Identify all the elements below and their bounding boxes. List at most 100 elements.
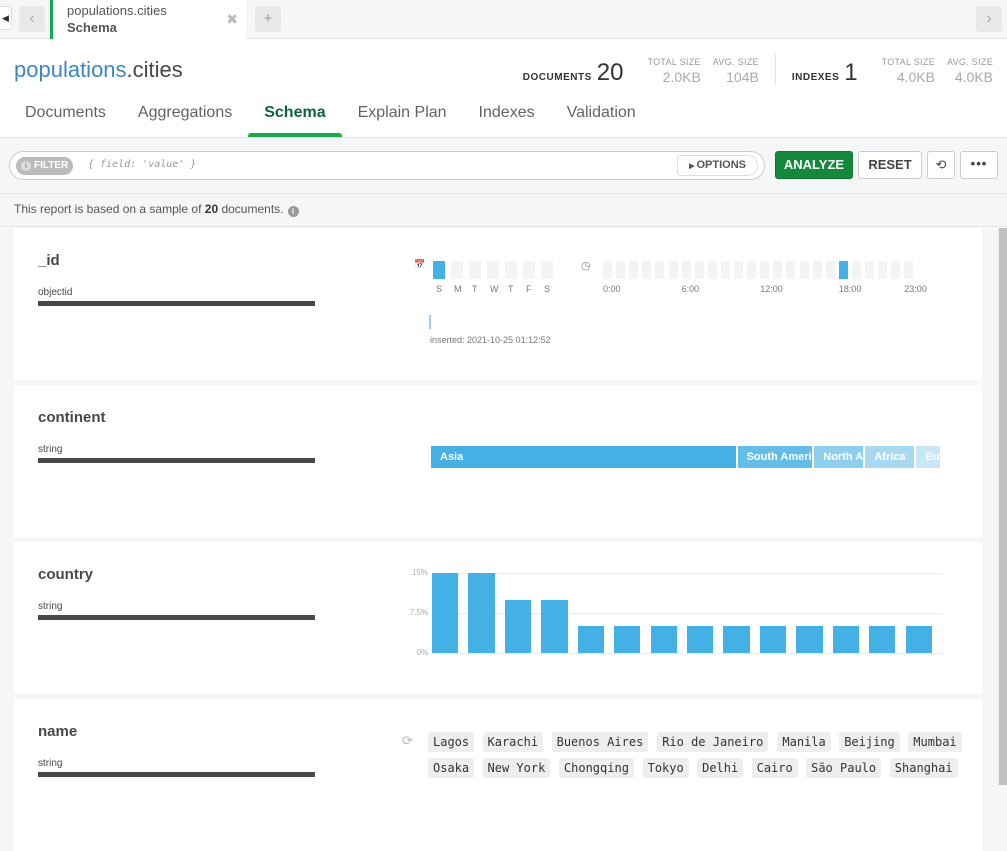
scrollbar[interactable] bbox=[997, 228, 1007, 785]
more-options-button[interactable]: ••• bbox=[960, 151, 998, 179]
type-bar[interactable] bbox=[38, 772, 315, 777]
weekday-bar[interactable] bbox=[505, 261, 517, 279]
value-chip[interactable]: Buenos Aires bbox=[551, 732, 649, 752]
hour-bar[interactable] bbox=[904, 261, 914, 279]
hour-bar[interactable] bbox=[838, 261, 848, 279]
hour-bar[interactable] bbox=[720, 261, 730, 279]
hour-bar[interactable] bbox=[799, 261, 809, 279]
hour-bar[interactable] bbox=[891, 261, 901, 279]
field-name: _id bbox=[38, 252, 60, 269]
hour-bar[interactable] bbox=[734, 261, 743, 279]
value-chip[interactable]: Shanghai bbox=[889, 758, 958, 778]
documents-count: 20 bbox=[596, 59, 624, 86]
value-chip[interactable]: Lagos bbox=[428, 732, 475, 752]
hour-bar[interactable] bbox=[694, 261, 704, 279]
country-bar[interactable] bbox=[905, 626, 932, 653]
reset-button[interactable]: RESET bbox=[858, 151, 922, 179]
hour-bar[interactable] bbox=[851, 261, 861, 279]
value-chip[interactable]: Chongqing bbox=[558, 758, 634, 778]
hour-bar[interactable] bbox=[786, 261, 796, 279]
weekday-bar[interactable] bbox=[487, 261, 499, 279]
value-chip[interactable]: Tokyo bbox=[642, 758, 689, 778]
continent-segment[interactable]: North America bbox=[814, 446, 864, 468]
continent-segment[interactable]: Europe bbox=[916, 446, 940, 468]
country-bar[interactable] bbox=[541, 599, 568, 653]
inserted-marker[interactable] bbox=[429, 315, 431, 329]
tab-validation[interactable]: Validation bbox=[551, 99, 652, 137]
hour-bar[interactable] bbox=[642, 261, 652, 279]
hour-bar[interactable] bbox=[681, 261, 691, 279]
value-chip[interactable]: Delhi bbox=[697, 758, 744, 778]
weekday-bar[interactable] bbox=[451, 261, 463, 279]
close-tab-icon[interactable]: ✖ bbox=[226, 11, 238, 28]
country-bar[interactable] bbox=[869, 626, 896, 653]
hour-bar[interactable] bbox=[825, 261, 835, 279]
type-bar[interactable] bbox=[38, 301, 315, 306]
country-bar[interactable] bbox=[614, 626, 641, 653]
value-chip[interactable]: São Paulo bbox=[806, 758, 882, 778]
value-chip[interactable]: Mumbai bbox=[908, 732, 962, 752]
tab-schema[interactable]: Schema bbox=[248, 99, 342, 137]
country-bar[interactable] bbox=[468, 573, 495, 653]
y-tick-label: 0% bbox=[416, 648, 428, 657]
country-bar[interactable] bbox=[687, 626, 714, 653]
tabstrip-back-button[interactable]: ‹ bbox=[19, 6, 45, 32]
value-chip[interactable]: Rio de Janeiro bbox=[657, 732, 769, 752]
hour-bar[interactable] bbox=[655, 261, 665, 279]
scrollbar-thumb[interactable] bbox=[999, 228, 1007, 785]
hour-bar[interactable] bbox=[812, 261, 822, 279]
weekday-bar[interactable] bbox=[433, 261, 445, 279]
filter-input[interactable]: i FILTER { field: 'value' } ▶ OPTIONS bbox=[9, 151, 765, 180]
analyze-button[interactable]: ANALYZE bbox=[775, 151, 853, 179]
country-bar[interactable] bbox=[577, 626, 604, 653]
hour-bar[interactable] bbox=[760, 261, 770, 279]
value-chip[interactable]: Cairo bbox=[751, 758, 798, 778]
hour-bar[interactable] bbox=[616, 261, 626, 279]
refresh-sample-icon[interactable]: ⟳ bbox=[402, 733, 413, 749]
add-tab-button[interactable]: + bbox=[255, 6, 281, 32]
y-tick-label: 7.5% bbox=[409, 608, 428, 617]
hour-bar[interactable] bbox=[603, 261, 612, 279]
country-bar[interactable] bbox=[504, 599, 532, 653]
tab-documents[interactable]: Documents bbox=[9, 99, 122, 137]
continent-segment[interactable]: Africa bbox=[865, 446, 915, 468]
hour-bar[interactable] bbox=[773, 261, 783, 279]
hour-bar[interactable] bbox=[865, 261, 874, 279]
hour-bar[interactable] bbox=[668, 261, 678, 279]
value-chip[interactable]: Manila bbox=[777, 732, 831, 752]
tab-indexes[interactable]: Indexes bbox=[463, 99, 551, 137]
country-bar[interactable] bbox=[796, 626, 823, 653]
tabstrip-scroll-left-button[interactable]: ◀ bbox=[0, 6, 12, 30]
value-chip[interactable]: Beijing bbox=[839, 732, 900, 752]
weekday-bar[interactable] bbox=[469, 261, 481, 279]
options-button[interactable]: ▶ OPTIONS bbox=[677, 155, 758, 176]
tabstrip-forward-button[interactable]: › bbox=[976, 6, 1002, 32]
collection-stats: DOCUMENTS 20 TOTAL SIZE 2.0KB AVG. SIZE … bbox=[523, 53, 993, 85]
hour-bar[interactable] bbox=[878, 261, 888, 279]
type-bar[interactable] bbox=[38, 615, 315, 620]
continent-segment[interactable]: Asia bbox=[431, 446, 736, 468]
type-bar[interactable] bbox=[38, 458, 315, 463]
continent-segment[interactable]: South America bbox=[737, 446, 813, 468]
country-bar[interactable] bbox=[723, 626, 750, 653]
query-history-button[interactable]: ⟲ bbox=[927, 151, 955, 179]
info-icon[interactable]: i bbox=[287, 206, 299, 217]
country-bar[interactable] bbox=[832, 626, 859, 653]
country-bar[interactable] bbox=[650, 626, 677, 653]
workspace-tab[interactable]: populations.cities Schema ✖ bbox=[50, 0, 246, 39]
database-name[interactable]: populations bbox=[14, 57, 127, 82]
value-chip[interactable]: New York bbox=[482, 758, 551, 778]
filter-pill[interactable]: i FILTER bbox=[16, 157, 74, 175]
value-chip[interactable]: Karachi bbox=[482, 732, 544, 752]
hour-bar[interactable] bbox=[747, 261, 757, 279]
tab-explain-plan[interactable]: Explain Plan bbox=[342, 99, 463, 137]
weekday-bar[interactable] bbox=[523, 261, 535, 279]
hour-bar[interactable] bbox=[707, 261, 717, 279]
country-bar[interactable] bbox=[432, 573, 459, 653]
country-bar[interactable] bbox=[759, 626, 787, 653]
value-chip[interactable]: Osaka bbox=[428, 758, 475, 778]
weekday-bar[interactable] bbox=[541, 261, 553, 279]
hour-bar[interactable] bbox=[629, 261, 639, 279]
chevron-left-icon: ‹ bbox=[29, 10, 35, 27]
tab-aggregations[interactable]: Aggregations bbox=[122, 99, 248, 137]
